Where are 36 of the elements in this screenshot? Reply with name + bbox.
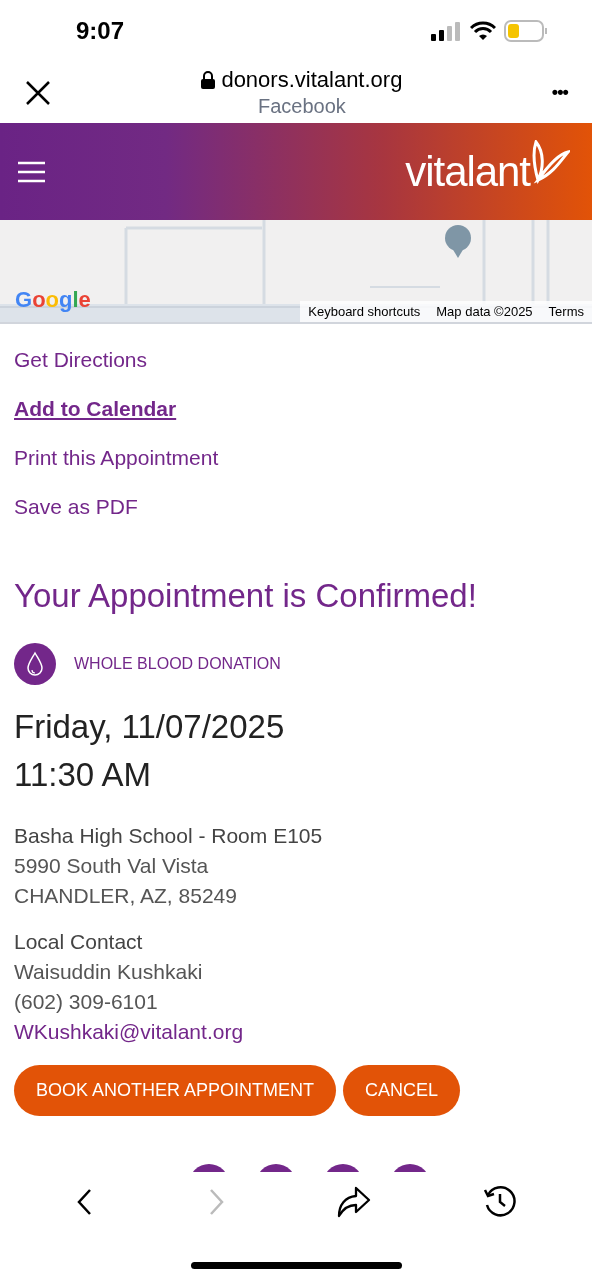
location-name: Basha High School - Room E105	[14, 822, 324, 849]
lock-icon	[201, 71, 216, 89]
status-time: 9:07	[76, 16, 125, 46]
contact-line: (602) 309-6101	[14, 988, 159, 1015]
map-link[interactable]: Keyboard shortcuts	[300, 300, 429, 322]
page-source: Facebook	[257, 93, 346, 119]
contact-heading: Local Contact	[14, 928, 144, 955]
leaf-icon	[530, 140, 570, 184]
wifi-icon	[470, 21, 496, 41]
action-button[interactable]: BOOK ANOTHER APPOINTMENT	[14, 1064, 337, 1116]
donation-type: WHOLE BLOOD DONATION	[74, 653, 281, 674]
url-text: donors.vitalant.org	[221, 66, 403, 94]
appointment-time: 11:30 AM	[14, 754, 152, 795]
menu-icon[interactable]	[18, 160, 45, 183]
battery-icon	[504, 20, 548, 42]
address-line: CHANDLER, AZ, 85249	[14, 882, 238, 909]
link[interactable]: Save as PDF	[14, 493, 138, 521]
link[interactable]: Add to Calendar	[14, 395, 177, 423]
drop-icon	[14, 642, 56, 685]
google-logo: Google	[15, 286, 91, 314]
address-line: 5990 South Val Vista	[14, 852, 210, 879]
map-link[interactable]: Terms	[540, 300, 592, 322]
link[interactable]: Get Directions	[14, 346, 148, 374]
share-icon[interactable]	[336, 1185, 373, 1219]
contact-line: Waisuddin Kushkaki	[14, 958, 204, 985]
action-button[interactable]: CANCEL	[343, 1064, 461, 1116]
link[interactable]: Print this Appointment	[14, 444, 219, 472]
page-heading: Your Appointment is Confirmed!	[14, 576, 478, 616]
appointment-date: Friday, 11/07/2025	[14, 706, 286, 747]
history-icon[interactable]	[482, 1185, 517, 1219]
logo-text: vitalant	[405, 147, 530, 197]
map-attribution: Map data ©2025	[435, 302, 534, 321]
signal-icon	[430, 21, 462, 41]
email-link[interactable]: WKushkaki@vitalant.org	[14, 1016, 578, 1047]
close-icon[interactable]	[24, 78, 52, 107]
more-button[interactable]: •••	[551, 79, 568, 106]
